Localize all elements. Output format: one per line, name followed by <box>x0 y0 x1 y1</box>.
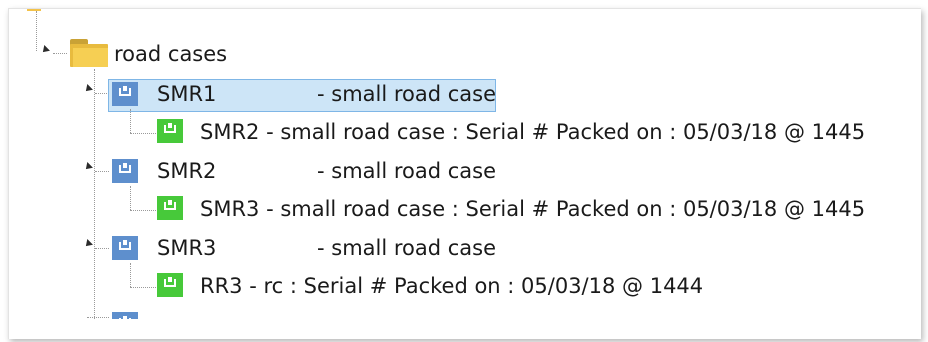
tree-node-label: road cases <box>114 42 228 66</box>
tree-connector <box>94 69 95 319</box>
tree-connector <box>130 210 156 211</box>
node-description: - small road case <box>317 159 497 183</box>
tree-connector <box>130 133 156 134</box>
packed-case-icon <box>157 196 183 220</box>
node-description: - small road case <box>317 236 497 260</box>
tree-connector <box>95 248 109 249</box>
node-name: SMR2 <box>157 159 217 183</box>
tree-connector <box>95 171 109 172</box>
road-case-icon <box>112 159 138 183</box>
expanded-triangle-icon[interactable] <box>83 84 93 94</box>
expanded-triangle-icon[interactable] <box>83 162 93 172</box>
folder-icon <box>70 39 108 67</box>
child-node-label: SMR2 - small road case : Serial # Packed… <box>200 120 866 144</box>
node-name: SMR1 <box>157 82 217 106</box>
road-case-icon <box>112 82 138 106</box>
child-node-label: RR3 - rc : Serial # Packed on : 05/03/18… <box>200 274 704 298</box>
tree-connector <box>87 317 109 318</box>
tree-connector <box>53 53 67 54</box>
road-cases-tree[interactable]: road cases SMR1 - small road case SMR2 -… <box>9 9 921 319</box>
child-node-label: SMR3 - small road case : Serial # Packed… <box>200 197 866 221</box>
packed-case-icon <box>157 273 183 297</box>
road-case-icon <box>112 236 138 260</box>
packed-case-icon <box>157 119 183 143</box>
road-case-icon <box>112 312 138 319</box>
node-description: - small road case <box>317 82 497 106</box>
tree-connector <box>130 186 131 210</box>
tree-view-panel: road cases SMR1 - small road case SMR2 -… <box>8 8 921 339</box>
expanded-triangle-icon[interactable] <box>83 239 93 249</box>
node-name: SMR3 <box>157 236 217 260</box>
previous-node-stub <box>27 9 41 11</box>
tree-connector <box>95 93 109 94</box>
tree-connector <box>36 11 37 51</box>
tree-connector <box>130 109 131 133</box>
tree-connector <box>130 263 131 287</box>
expanded-triangle-icon[interactable] <box>40 45 50 55</box>
tree-connector <box>130 287 156 288</box>
